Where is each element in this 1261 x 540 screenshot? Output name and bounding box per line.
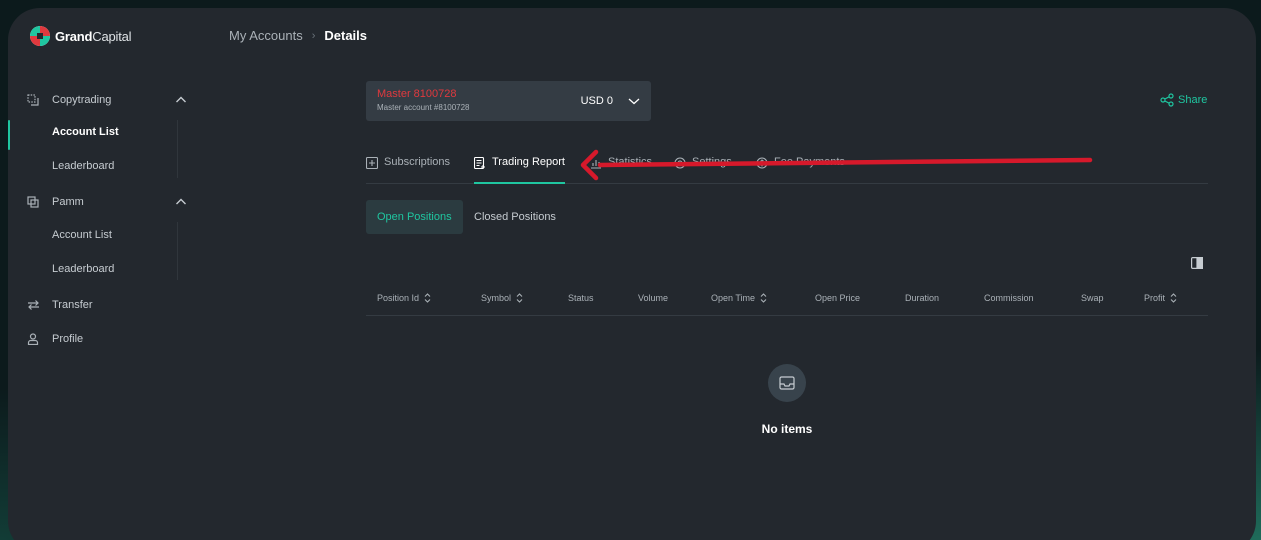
column-header-profit[interactable]: Profit — [1144, 293, 1177, 303]
column-header-position-id[interactable]: Position Id — [377, 293, 431, 303]
breadcrumb-current: Details — [324, 28, 368, 43]
column-header-symbol[interactable]: Symbol — [481, 293, 523, 303]
sidebar-item-profile[interactable]: Profile — [26, 329, 188, 349]
sidebar-item-label: Transfer — [52, 299, 93, 311]
sidebar-section-label: Copytrading — [52, 94, 112, 106]
profile-icon — [26, 332, 40, 346]
transfer-icon — [26, 298, 40, 312]
submenu-rail — [177, 222, 178, 280]
sort-icon — [516, 293, 523, 303]
account-subtitle: Master account #8100728 — [377, 103, 470, 112]
sidebar-item-copytrading-account-list[interactable]: Account List — [52, 126, 119, 138]
tab-label: Settings — [692, 156, 732, 168]
account-selector[interactable]: Master 8100728 Master account #8100728 U… — [366, 81, 651, 121]
tab-settings[interactable]: Settings — [674, 156, 732, 184]
chart-icon — [591, 160, 601, 169]
tab-trading-report[interactable]: Trading Report — [474, 156, 565, 184]
column-header-open-time[interactable]: Open Time — [711, 293, 767, 303]
gear-icon — [674, 157, 686, 169]
share-button[interactable]: Share — [1160, 93, 1207, 107]
subtab-open-positions[interactable]: Open Positions — [366, 200, 463, 234]
app-window: GrandCapital Copytrading Account List Le… — [8, 8, 1256, 540]
sidebar-section-pamm[interactable]: Pamm — [26, 192, 188, 212]
brand-name-bold: Grand — [55, 28, 93, 44]
empty-state-icon — [768, 364, 806, 402]
tab-label: Trading Report — [492, 156, 565, 168]
column-header-duration[interactable]: Duration — [905, 293, 939, 303]
tab-bar: Subscriptions Trading Report Statistics … — [366, 156, 1208, 184]
tab-label: Subscriptions — [384, 156, 451, 168]
column-label: Open Price — [815, 293, 861, 303]
column-label: Profit — [1144, 293, 1166, 303]
tab-label: Statistics — [608, 156, 653, 168]
columns-toggle-icon[interactable] — [1191, 257, 1203, 269]
sort-icon — [1170, 293, 1177, 303]
chevron-down-icon — [628, 98, 640, 105]
plus-square-icon — [366, 157, 378, 169]
inbox-icon — [779, 376, 795, 390]
logo-mark-icon — [30, 26, 50, 46]
column-header-status[interactable]: Status — [568, 293, 594, 303]
column-label: Position Id — [377, 293, 420, 303]
column-header-swap[interactable]: Swap — [1081, 293, 1104, 303]
column-label: Status — [568, 293, 594, 303]
breadcrumb: My Accounts › Details — [229, 28, 367, 43]
tab-subscriptions[interactable]: Subscriptions — [366, 156, 450, 184]
account-balance: USD 0 — [580, 95, 613, 107]
sidebar-item-label: Profile — [52, 333, 84, 345]
submenu-rail — [177, 120, 178, 178]
tab-statistics[interactable]: Statistics — [590, 156, 652, 184]
sidebar-section-copytrading[interactable]: Copytrading — [26, 90, 188, 110]
report-icon — [474, 157, 485, 169]
column-label: Open Time — [711, 293, 756, 303]
account-name: Master 8100728 — [377, 88, 457, 100]
column-header-volume[interactable]: Volume — [638, 293, 668, 303]
dollar-circle-icon — [756, 157, 768, 169]
column-header-commission[interactable]: Commission — [984, 293, 1034, 303]
logo-text: GrandCapital — [55, 28, 132, 44]
share-label: Share — [1178, 94, 1208, 106]
column-label: Swap — [1081, 293, 1104, 303]
subtab-closed-positions[interactable]: Closed Positions — [463, 200, 567, 234]
column-label: Volume — [638, 293, 669, 303]
column-label: Commission — [984, 293, 1034, 303]
breadcrumb-separator: › — [311, 29, 316, 42]
chevron-up-icon[interactable] — [174, 93, 188, 107]
active-nav-indicator — [8, 120, 10, 150]
table-header: Position Id Symbol Status Volume Open Ti… — [366, 286, 1208, 316]
tab-label: Fee Payments — [774, 156, 845, 168]
copytrading-icon — [26, 93, 40, 107]
sidebar-item-copytrading-leaderboard[interactable]: Leaderboard — [52, 160, 114, 172]
chevron-up-icon[interactable] — [174, 195, 188, 209]
column-label: Duration — [905, 293, 940, 303]
share-icon — [1160, 93, 1174, 107]
sidebar-item-transfer[interactable]: Transfer — [26, 295, 188, 315]
sidebar-item-pamm-leaderboard[interactable]: Leaderboard — [52, 263, 114, 275]
tab-fee-payments[interactable]: Fee Payments — [756, 156, 845, 184]
sidebar-section-label: Pamm — [52, 196, 84, 208]
column-label: Symbol — [481, 293, 512, 303]
pamm-icon — [26, 195, 40, 209]
column-header-open-price[interactable]: Open Price — [815, 293, 860, 303]
sidebar-item-pamm-account-list[interactable]: Account List — [52, 229, 112, 241]
sort-icon — [760, 293, 767, 303]
breadcrumb-my-accounts[interactable]: My Accounts — [229, 28, 303, 43]
empty-state-text: No items — [761, 422, 813, 436]
sort-icon — [424, 293, 431, 303]
brand-name-light: Capital — [92, 28, 132, 44]
logo[interactable]: GrandCapital — [29, 25, 132, 47]
